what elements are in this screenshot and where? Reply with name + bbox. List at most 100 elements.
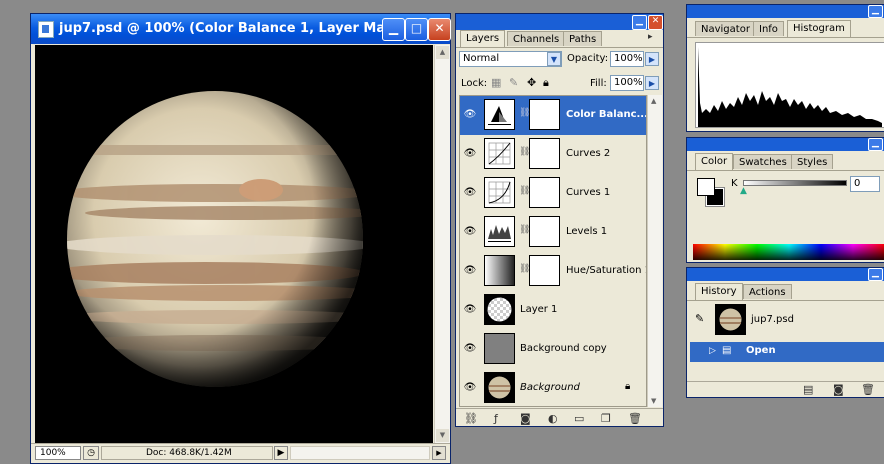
blend-mode-dropdown-icon[interactable]: ▼	[547, 52, 561, 66]
delete-state-icon[interactable]: 🗑︎	[861, 383, 875, 396]
layers-toolbar: ⛓ ƒ ◙ ◐ ▭ ❐ 🗑︎	[456, 408, 663, 426]
add-mask-icon[interactable]: ◙	[520, 412, 531, 425]
layer-row-curves-1[interactable]: 👁︎ ⛓ Curves 1	[460, 174, 646, 214]
palette-minimize-button[interactable]: ▁	[868, 5, 883, 18]
visibility-eye-icon[interactable]: 👁︎	[463, 264, 477, 278]
lock-all-icon[interactable]: 🔒︎	[543, 76, 549, 90]
layer-name: Layer 1	[520, 304, 558, 315]
color-title-bar[interactable]: ▁	[687, 138, 884, 151]
lock-transparency-icon[interactable]: ▦	[491, 76, 501, 89]
tab-styles[interactable]: Styles	[791, 154, 834, 169]
opacity-input[interactable]: 100%	[610, 51, 644, 67]
layers-scrollbar[interactable]: ▲ ▼	[647, 95, 662, 407]
maximize-button[interactable]: □	[405, 18, 428, 41]
palette-close-button[interactable]: ✕	[648, 15, 663, 30]
visibility-eye-icon[interactable]: 👁︎	[463, 225, 477, 239]
layer-row-background-copy[interactable]: 👁︎ Background copy	[460, 330, 646, 370]
history-title-bar[interactable]: ▁	[687, 268, 884, 281]
k-value-input[interactable]: 0	[850, 176, 880, 192]
new-layer-icon[interactable]: ❐	[601, 412, 611, 425]
tab-swatches[interactable]: Swatches	[733, 154, 793, 169]
mask-link-icon[interactable]: ⛓	[519, 147, 530, 161]
lock-move-icon[interactable]: ✥	[527, 76, 536, 89]
new-snapshot-icon[interactable]: ◙	[833, 383, 844, 396]
mask-link-icon[interactable]: ⛓	[519, 108, 530, 122]
tab-channels[interactable]: Channels	[507, 31, 566, 46]
palette-minimize-button[interactable]: ▁	[868, 138, 883, 151]
scroll-right-icon[interactable]: ▶	[432, 446, 446, 460]
document-horizontal-scrollbar[interactable]	[290, 446, 430, 460]
navigator-title-bar[interactable]: ▁	[687, 5, 884, 18]
levels-adjustment-icon	[484, 216, 515, 247]
visibility-eye-icon[interactable]: 👁︎	[463, 108, 477, 122]
palette-minimize-button[interactable]: ▁	[632, 15, 647, 30]
visibility-eye-icon[interactable]: 👁︎	[463, 342, 477, 356]
mask-link-icon[interactable]: ⛓	[519, 225, 530, 239]
scroll-down-icon[interactable]: ▼	[651, 397, 656, 405]
layer-row-hue-saturation-1[interactable]: 👁︎ ⛓ Hue/Saturation 1	[460, 252, 646, 292]
layer-mask-thumbnail[interactable]	[529, 99, 560, 130]
mask-link-icon[interactable]: ⛓	[519, 264, 530, 278]
layer-name: Hue/Saturation 1	[566, 265, 647, 276]
layer-row-background[interactable]: 👁︎ Background 🔒︎	[460, 369, 646, 406]
tab-layers[interactable]: Layers	[460, 30, 506, 47]
new-adjustment-layer-icon[interactable]: ◐	[548, 412, 558, 425]
document-window: jup7.psd @ 100% (Color Balance 1, Layer …	[30, 13, 451, 464]
fill-slider-icon[interactable]: ▶	[645, 76, 659, 90]
layer-mask-thumbnail[interactable]	[529, 255, 560, 286]
layer-row-color-balance[interactable]: 👁︎ ⛓ Color Balanc...	[460, 96, 646, 136]
layer-row-layer-1[interactable]: 👁︎ Layer 1	[460, 291, 646, 331]
slider-handle-icon[interactable]: ▲	[740, 186, 747, 196]
layer-row-levels-1[interactable]: 👁︎ ⛓ Levels 1	[460, 213, 646, 253]
scroll-up-icon[interactable]: ▲	[436, 46, 449, 59]
visibility-eye-icon[interactable]: 👁︎	[463, 186, 477, 200]
visibility-eye-icon[interactable]: 👁︎	[463, 381, 477, 395]
k-channel-slider[interactable]	[743, 180, 847, 186]
status-info-icon[interactable]: ◷	[83, 446, 99, 460]
foreground-color-swatch[interactable]	[697, 178, 715, 196]
layers-palette-title-bar[interactable]: ▁ ✕	[456, 14, 663, 30]
opacity-slider-icon[interactable]: ▶	[645, 52, 659, 66]
tab-color[interactable]: Color	[695, 153, 734, 170]
tab-histogram[interactable]: Histogram	[787, 20, 851, 37]
lock-label: Lock:	[461, 78, 488, 89]
delete-layer-icon[interactable]: 🗑︎	[628, 412, 642, 425]
link-layers-icon[interactable]: ⛓	[464, 412, 478, 425]
image-canvas[interactable]	[35, 45, 433, 443]
visibility-eye-icon[interactable]: 👁︎	[463, 303, 477, 317]
tab-history[interactable]: History	[695, 283, 743, 300]
history-snapshot-row[interactable]: ✎ jup7.psd	[690, 302, 884, 338]
layer-mask-thumbnail[interactable]	[529, 216, 560, 247]
palette-minimize-button[interactable]: ▁	[868, 268, 883, 281]
histogram-graph	[698, 47, 882, 127]
tab-actions[interactable]: Actions	[743, 284, 792, 299]
close-button[interactable]: ✕	[428, 18, 451, 41]
new-group-icon[interactable]: ▭	[574, 412, 584, 425]
zoom-level-field[interactable]: 100%	[35, 446, 81, 460]
layer-style-icon[interactable]: ƒ	[494, 412, 498, 425]
minimize-button[interactable]: ▁	[382, 18, 405, 41]
history-brush-icon[interactable]: ✎	[695, 312, 704, 325]
document-title-bar[interactable]: jup7.psd @ 100% (Color Balance 1, Layer …	[31, 14, 451, 44]
new-document-from-state-icon[interactable]: ▤	[803, 383, 813, 396]
layer-mask-thumbnail[interactable]	[529, 177, 560, 208]
history-state-open[interactable]: ▷ ▤ Open	[690, 342, 884, 362]
tab-navigator[interactable]: Navigator	[695, 21, 756, 36]
layer-row-curves-2[interactable]: 👁︎ ⛓ Curves 2	[460, 135, 646, 175]
channel-label: K	[731, 178, 738, 189]
fill-input[interactable]: 100%	[610, 75, 644, 91]
color-spectrum-bar[interactable]	[693, 244, 884, 260]
scroll-down-icon[interactable]: ▼	[436, 429, 449, 442]
scroll-up-icon[interactable]: ▲	[651, 97, 656, 105]
mask-link-icon[interactable]: ⛓	[519, 186, 530, 200]
palette-menu-icon[interactable]: ▸	[648, 32, 653, 42]
lock-paint-icon[interactable]: ✎	[509, 76, 518, 89]
tab-info[interactable]: Info	[753, 21, 784, 36]
tab-paths[interactable]: Paths	[563, 31, 603, 46]
layer-name: Curves 2	[566, 148, 611, 159]
document-vertical-scrollbar[interactable]: ▲ ▼	[434, 45, 450, 443]
layer-mask-thumbnail[interactable]	[529, 138, 560, 169]
status-menu-arrow-icon[interactable]: ▶	[274, 446, 288, 460]
visibility-eye-icon[interactable]: 👁︎	[463, 147, 477, 161]
layer-name: Curves 1	[566, 187, 611, 198]
